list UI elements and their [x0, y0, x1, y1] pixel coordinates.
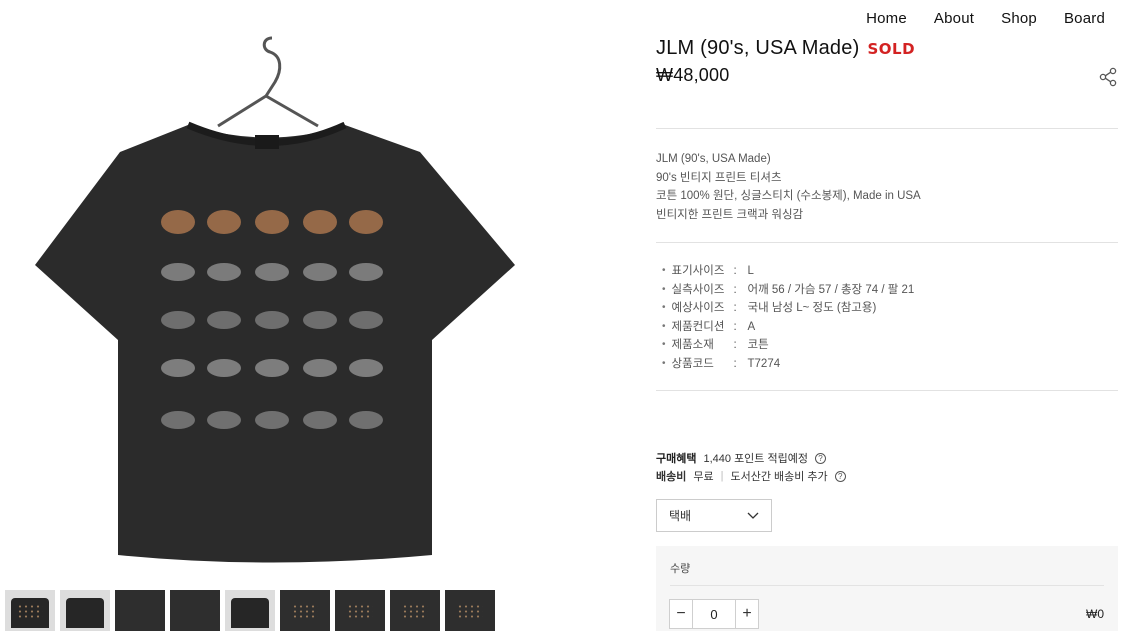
zebra-print: [161, 359, 195, 377]
product-price: ₩48,000: [656, 65, 730, 85]
product-description: JLM (90's, USA Made) 90's 빈티지 프린트 티셔츠 코튼…: [656, 150, 921, 224]
thumbnail-4[interactable]: [170, 590, 220, 631]
desc-line: 빈티지한 프린트 크랙과 워싱감: [656, 208, 804, 221]
elephant-print: [207, 411, 241, 429]
lion-print: [303, 263, 337, 281]
sold-badge: SOLD: [867, 39, 916, 58]
thumbnail-9[interactable]: [445, 590, 495, 631]
thumbnail-5[interactable]: [225, 590, 275, 631]
increase-button[interactable]: +: [736, 600, 758, 628]
lion-print: [255, 263, 289, 281]
title-row: JLM (90's, USA Made) SOLD: [656, 37, 915, 60]
quantity-stepper: − +: [669, 599, 759, 629]
shipping-method-value: 택배: [669, 509, 692, 523]
rhino-print: [161, 311, 195, 329]
thumbnail-7[interactable]: [335, 590, 385, 631]
rhino-print: [303, 311, 337, 329]
top-nav: Home About Shop Board: [866, 10, 1105, 27]
thumbnail-2[interactable]: [60, 590, 110, 631]
product-main-image[interactable]: [0, 30, 555, 575]
thumbnail-8[interactable]: [390, 590, 440, 631]
chevron-down-icon: [747, 512, 759, 519]
zebra-print: [349, 359, 383, 377]
question-circle-icon[interactable]: ?: [814, 452, 826, 464]
lion-print: [349, 263, 383, 281]
quantity-panel: 수량 − + ₩0: [656, 546, 1118, 631]
nav-about[interactable]: About: [934, 10, 974, 27]
thumbnail-strip: [5, 590, 495, 631]
decrease-button[interactable]: −: [670, 600, 692, 628]
spec-item: 예상사이즈:국내 남성 L~ 정도 (참고용): [662, 299, 914, 318]
divider: [656, 128, 1118, 129]
shipping-note: 도서산간 배송비 추가: [730, 471, 828, 483]
rhino-print: [349, 311, 383, 329]
zebra-print: [303, 359, 337, 377]
rhino-print: [207, 311, 241, 329]
spec-item: 상품코드:T7274: [662, 355, 914, 374]
divider: [656, 390, 1118, 391]
desc-line: 코튼 100% 원단, 싱글스티치 (수소봉제), Made in USA: [656, 190, 921, 202]
shipping-label: 배송비: [656, 471, 687, 483]
product-title: JLM (90's, USA Made): [656, 37, 860, 59]
giraffe-print: [161, 210, 195, 234]
giraffe-print: [207, 210, 241, 234]
spec-item: 제품컨디션:A: [662, 318, 914, 337]
thumbnail-1[interactable]: [5, 590, 55, 631]
total-price: ₩0: [1086, 607, 1104, 621]
shipping-value: 무료: [693, 471, 714, 483]
purchase-benefit: 구매혜택 1,440 포인트 적립예정 ?: [656, 450, 826, 466]
giraffe-print: [349, 210, 383, 234]
benefit-value: 1,440 포인트 적립예정: [703, 453, 808, 465]
spec-item: 표기사이즈:L: [662, 262, 914, 281]
divider: [656, 242, 1118, 243]
nav-board[interactable]: Board: [1064, 10, 1105, 27]
question-circle-icon[interactable]: ?: [834, 470, 846, 482]
elephant-print: [161, 411, 195, 429]
desc-line: 90's 빈티지 프린트 티셔츠: [656, 171, 782, 184]
elephant-print: [255, 411, 289, 429]
thumbnail-3[interactable]: [115, 590, 165, 631]
giraffe-print: [303, 210, 337, 234]
shipping-info: 배송비 무료 | 도서산간 배송비 추가 ?: [656, 468, 846, 484]
tshirt-illustration: [35, 36, 515, 563]
elephant-print: [349, 411, 383, 429]
giraffe-print: [255, 210, 289, 234]
elephant-print: [303, 411, 337, 429]
shipping-method-select[interactable]: 택배: [656, 499, 772, 532]
nav-shop[interactable]: Shop: [1001, 10, 1037, 27]
benefit-label: 구매혜택: [656, 453, 697, 465]
lion-print: [161, 263, 195, 281]
quantity-input[interactable]: [692, 600, 736, 628]
divider: [670, 585, 1104, 586]
spec-list: 표기사이즈:L 실측사이즈:어깨 56 / 가슴 57 / 총장 74 / 팔 …: [662, 262, 915, 374]
rhino-print: [255, 311, 289, 329]
share-icon[interactable]: [1098, 67, 1118, 87]
separator: |: [720, 470, 724, 482]
zebra-print: [207, 359, 241, 377]
nav-home[interactable]: Home: [866, 10, 907, 27]
desc-line: JLM (90's, USA Made): [656, 153, 771, 165]
lion-print: [207, 263, 241, 281]
spec-item: 실측사이즈:어깨 56 / 가슴 57 / 총장 74 / 팔 21: [662, 281, 915, 300]
zebra-print: [255, 359, 289, 377]
thumbnail-6[interactable]: [280, 590, 330, 631]
quantity-label: 수량: [670, 563, 691, 575]
spec-item: 제품소재:코튼: [662, 336, 914, 355]
